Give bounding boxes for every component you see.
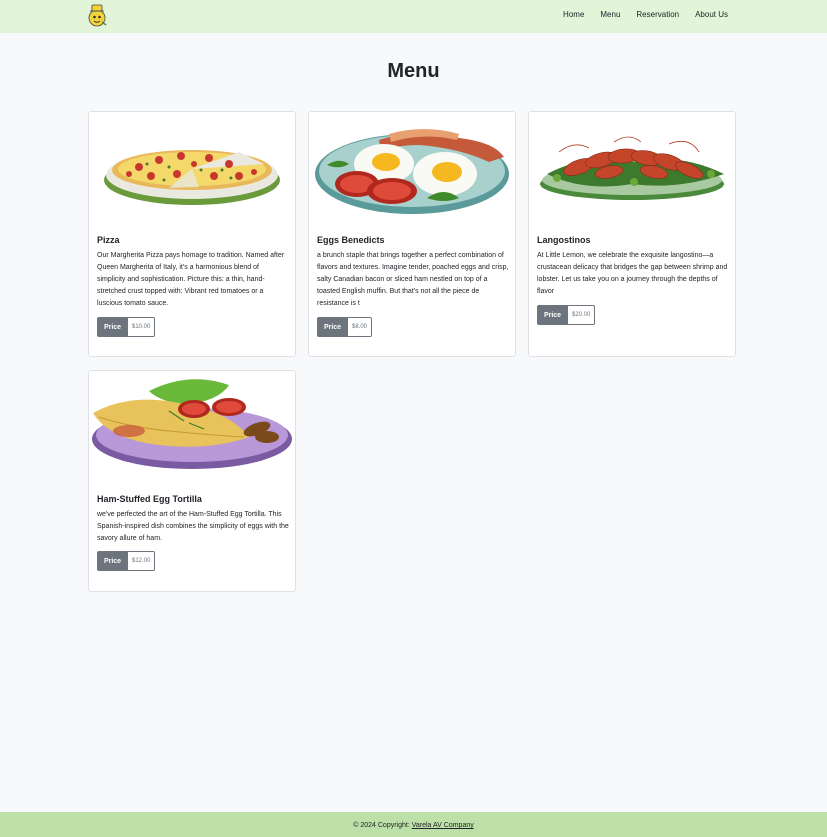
menu-item-name: Langostinos <box>537 235 591 245</box>
menu-card-pizza: Pizza Our Margherita Pizza pays homage t… <box>88 111 296 357</box>
price-value: $20.00 <box>568 305 596 325</box>
price-group: Price $10.00 <box>97 317 156 337</box>
nav-link-menu[interactable]: Menu <box>600 10 620 19</box>
price-value: $8.00 <box>348 317 373 337</box>
price-button[interactable]: Price <box>317 317 348 337</box>
menu-item-name: Eggs Benedicts <box>317 235 385 245</box>
price-group: Price $12.00 <box>97 551 156 571</box>
footer-copyright: © 2024 Copyright: <box>353 822 410 829</box>
price-group: Price $20.00 <box>537 305 596 325</box>
eggs-benedicts-image <box>315 129 509 214</box>
menu-card-ham-stuffed-egg-tortilla: Ham-Stuffed Egg Tortilla we've perfected… <box>88 370 296 592</box>
nav-link-home[interactable]: Home <box>563 10 584 19</box>
langostinos-image <box>540 136 724 200</box>
menu-item-name: Pizza <box>97 235 120 245</box>
menu-item-description: we've perfected the art of the Ham-Stuff… <box>97 511 289 542</box>
footer-company-link[interactable]: Varela AV Company <box>412 822 474 829</box>
price-group: Price $8.00 <box>317 317 373 337</box>
price-button[interactable]: Price <box>97 551 128 571</box>
price-value: $10.00 <box>128 317 156 337</box>
pizza-image <box>104 150 280 205</box>
menu-item-description: At Little Lemon, we celebrate the exquis… <box>537 252 728 295</box>
ham-stuffed-egg-tortilla-image <box>92 379 292 469</box>
menu-card-langostinos: Langostinos At Little Lemon, we celebrat… <box>528 111 736 357</box>
menu-item-description: a brunch staple that brings together a p… <box>317 252 509 307</box>
price-button[interactable]: Price <box>97 317 128 337</box>
lemon-logo-icon[interactable] <box>86 2 108 28</box>
menu-card-eggs-benedicts: Eggs Benedicts a brunch staple that brin… <box>308 111 516 357</box>
nav-link-reservation[interactable]: Reservation <box>636 10 679 19</box>
price-value: $12.00 <box>128 551 156 571</box>
page-title: Menu <box>387 60 440 82</box>
footer: © 2024 Copyright: Varela AV Company <box>0 812 827 837</box>
menu-item-description: Our Margherita Pizza pays homage to trad… <box>97 252 285 307</box>
navbar: Home Menu Reservation About Us <box>0 0 827 33</box>
nav-links: Home Menu Reservation About Us <box>547 0 728 29</box>
nav-link-about-us[interactable]: About Us <box>695 10 728 19</box>
price-button[interactable]: Price <box>537 305 568 325</box>
menu-item-name: Ham-Stuffed Egg Tortilla <box>97 494 202 504</box>
